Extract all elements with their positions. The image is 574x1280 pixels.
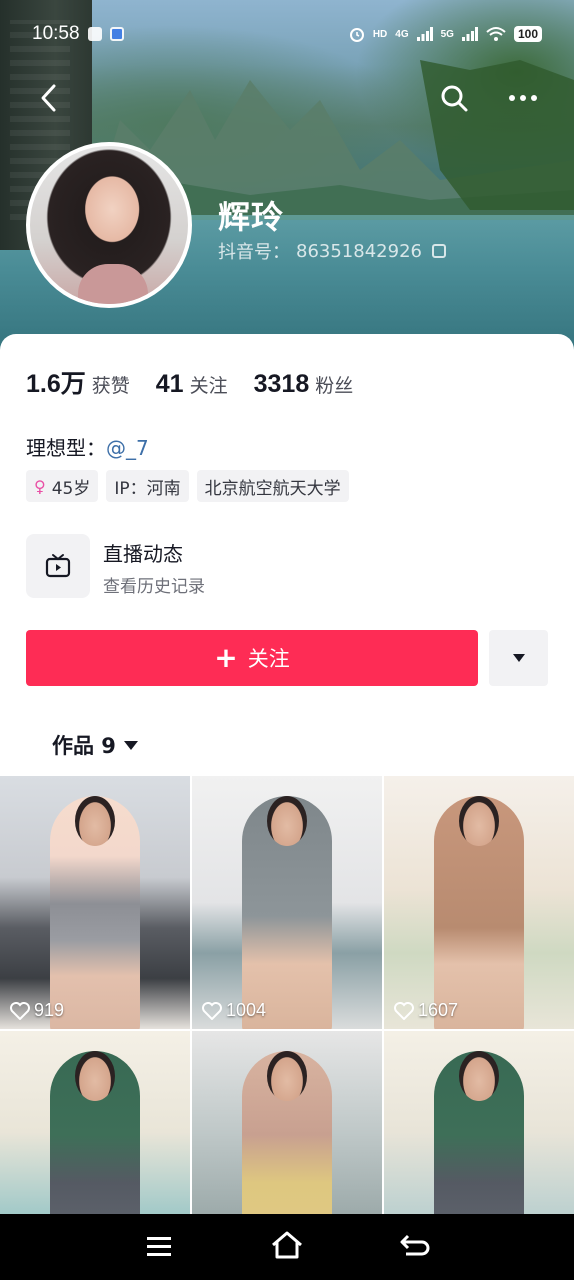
search-icon[interactable] <box>438 82 470 114</box>
profile-tags: ♀ 45岁 IP：河南 北京航空航天大学 <box>26 470 349 502</box>
top-action-bar <box>0 78 574 118</box>
home-icon[interactable] <box>270 1230 304 1260</box>
video-likes-count: 1607 <box>418 1000 459 1020</box>
school-tag[interactable]: 北京航空航天大学 <box>196 470 349 502</box>
stat-following-num: 41 <box>155 370 184 398</box>
5g-indicator: 5G <box>440 28 454 40</box>
signal-icon <box>416 27 433 41</box>
video-figure-head <box>75 1051 115 1101</box>
app-notification-icon <box>109 27 124 41</box>
caret-down-icon <box>512 654 525 662</box>
menu-icon[interactable] <box>145 1234 173 1258</box>
status-time: 10:58 <box>32 23 80 44</box>
stat-likes-num: 1.6万 <box>26 370 86 398</box>
follow-label: 关注 <box>247 647 290 671</box>
video-thumbnail[interactable]: 919 <box>0 776 190 1029</box>
back-nav-icon[interactable] <box>398 1232 430 1260</box>
stat-likes[interactable]: 1.6万 获赞 <box>26 364 130 400</box>
stat-following[interactable]: 41 关注 <box>156 370 228 399</box>
video-likes: 1004 <box>202 1000 266 1021</box>
tab-works[interactable]: 作品 9 <box>52 730 138 760</box>
video-thumbnail[interactable] <box>0 1031 190 1216</box>
video-figure-head <box>267 796 307 846</box>
video-likes-count: 1004 <box>226 1000 267 1020</box>
video-figure-head <box>459 1051 499 1101</box>
bio-prefix: 理想型： <box>26 436 106 460</box>
douyin-id-row[interactable]: 抖音号： 86351842926 <box>218 238 446 264</box>
heart-icon <box>394 1001 414 1020</box>
wifi-icon <box>486 27 506 41</box>
douyin-id-label: 抖音号： <box>218 242 290 263</box>
system-nav-bar <box>0 1214 574 1280</box>
follow-button[interactable]: + 关注 <box>26 630 478 686</box>
age-tag: ♀ 45岁 <box>26 470 99 502</box>
4g-indicator: 4G <box>395 28 409 40</box>
video-thumbnail[interactable]: 1607 <box>384 776 574 1029</box>
alarm-icon <box>349 28 364 42</box>
status-bar: 10:58 HD 4G 5G 100 <box>0 18 574 50</box>
live-subtitle: 查看历史记录 <box>103 577 205 597</box>
signal-icon-2 <box>461 27 478 41</box>
video-thumbnail[interactable] <box>384 1031 574 1216</box>
stats-row: 1.6万 获赞 41 关注 3318 粉丝 <box>26 364 379 400</box>
stat-likes-label: 获赞 <box>91 375 130 397</box>
bio: 理想型：@_7 <box>26 432 149 461</box>
video-grid: 919 1004 1607 <box>0 776 574 1216</box>
nickname: 辉玲 <box>218 198 285 236</box>
more-icon[interactable] <box>505 82 541 114</box>
status-indicators: HD 4G 5G 100 <box>349 26 542 42</box>
heart-icon <box>10 1001 30 1020</box>
bio-mention-link[interactable]: @_7 <box>106 436 149 460</box>
female-icon: ♀ <box>34 476 46 496</box>
live-title: 直播动态 <box>103 542 183 566</box>
video-likes-count: 919 <box>34 1000 65 1020</box>
stat-followers[interactable]: 3318 粉丝 <box>254 370 354 399</box>
video-figure-head <box>459 796 499 846</box>
video-thumbnail[interactable]: 1004 <box>192 776 382 1029</box>
video-figure-head <box>267 1051 307 1101</box>
hd-indicator: HD <box>372 28 388 40</box>
age-tag-label: 45岁 <box>51 478 91 499</box>
back-icon[interactable] <box>36 82 64 114</box>
chevron-down-icon <box>123 740 138 750</box>
battery-indicator: 100 <box>513 26 542 42</box>
plus-icon: + <box>214 641 238 674</box>
video-thumbnail[interactable] <box>192 1031 382 1216</box>
video-likes: 919 <box>10 1000 64 1021</box>
avatar[interactable] <box>26 142 192 308</box>
douyin-id-value: 86351842926 <box>296 240 422 262</box>
video-figure-head <box>75 796 115 846</box>
ip-tag: IP：河南 <box>106 470 189 502</box>
stat-followers-num: 3318 <box>253 370 310 398</box>
more-options-dropdown-button[interactable] <box>489 630 548 686</box>
notification-icon <box>87 27 102 41</box>
live-history-row[interactable]: 直播动态 查看历史记录 <box>26 534 546 598</box>
live-icon-box <box>26 534 90 598</box>
stat-followers-label: 粉丝 <box>315 375 354 397</box>
copy-icon[interactable] <box>431 244 446 258</box>
tv-icon <box>45 554 71 578</box>
video-likes: 1607 <box>394 1000 458 1021</box>
stat-following-label: 关注 <box>189 375 228 397</box>
heart-icon <box>202 1001 222 1020</box>
tab-works-label: 作品 9 <box>52 734 116 758</box>
